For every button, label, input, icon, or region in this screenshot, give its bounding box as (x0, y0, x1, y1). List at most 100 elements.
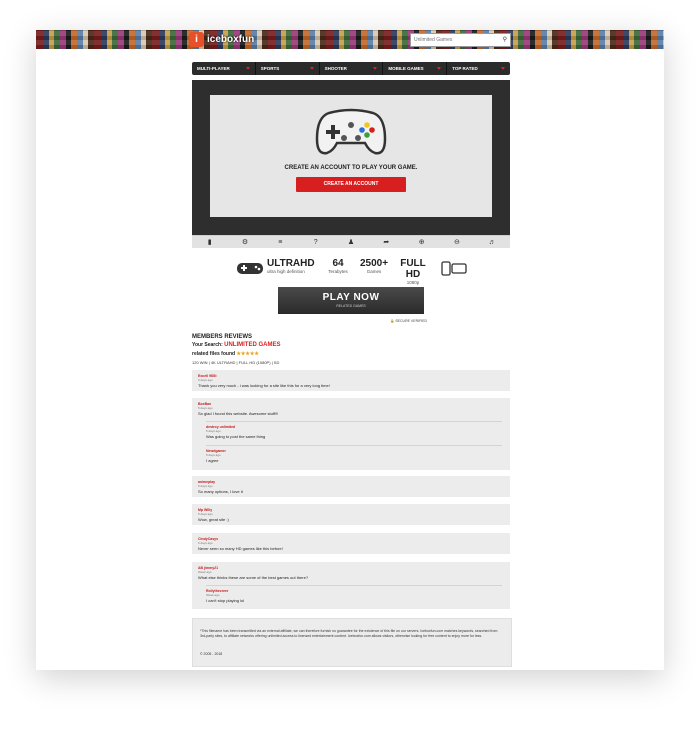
gear-icon[interactable]: ⚙ (227, 236, 262, 248)
comment-date: 5 days ago (198, 484, 213, 488)
gamepad-icon (237, 263, 263, 274)
nav-item-label: MULTI-PLAYER (197, 66, 230, 71)
reviews-search: Your Search: UNLIMITED GAMES (192, 342, 512, 348)
comment-date: 5 days ago (198, 512, 213, 516)
chevron-down-icon (437, 67, 442, 70)
features-bar: ULTRAHD ultra high definition 64 Terabyt… (236, 258, 476, 285)
chevron-down-icon (309, 67, 314, 70)
feature-ultrahd-title: ULTRAHD (267, 258, 315, 269)
logo-icon: i (189, 32, 204, 47)
play-now-button[interactable]: PLAY NOW RELATED GAMES (278, 287, 424, 314)
comment-text: What else thinks these are some of the b… (198, 575, 309, 580)
disclaimer-box: *This filename has been transmitted via … (192, 618, 512, 667)
comment-text: Was going to post the same thing (206, 434, 266, 439)
share-icon[interactable]: ➦ (369, 236, 404, 248)
comment-card: CindyCasys 6 days ago Never seen so many… (192, 533, 510, 554)
comment-date: Week ago (206, 593, 220, 597)
chevron-down-icon (500, 67, 505, 70)
comment-text: I agree (206, 458, 219, 463)
comment-text: So glad I found this website. Awesome st… (198, 411, 279, 416)
comment-card: Mp Willy 5 days ago Wow, great site :) (192, 504, 510, 525)
page: i iceboxfun ⚲ MULTI-PLAYER SPORTS SHOOTE… (36, 30, 664, 670)
play-now-subtitle: RELATED GAMES (336, 304, 366, 308)
comment: BoxBan 5 days ago So glad I found this w… (198, 402, 278, 416)
zoom-out-icon[interactable]: ⊖ (439, 236, 474, 248)
comment: Excell 98St 3 days ago Thank you very mu… (198, 374, 330, 388)
nav-item-sports[interactable]: SPORTS (256, 62, 320, 75)
search-label: Your Search: (192, 342, 223, 348)
feature-terabytes-value: 64 (332, 258, 344, 269)
comment-card: animeplay 5 days ago So many options, I … (192, 476, 510, 497)
feature-ultrahd: ULTRAHD ultra high definition (267, 258, 315, 274)
chevron-down-icon (373, 67, 378, 70)
player-controls: ▮ ⚙ ≡ ? ♟ ➦ ⊕ ⊖ ♬ (192, 235, 510, 248)
comment-date: 5 days ago (206, 429, 221, 433)
logo-text: iceboxfun (207, 34, 255, 45)
comment-date: 5 days ago (206, 453, 221, 457)
disclaimer-text: *This filename has been transmitted via … (200, 629, 498, 638)
search-input[interactable] (411, 35, 497, 45)
zoom-in-icon[interactable]: ⊕ (404, 236, 439, 248)
nav-item-shooter[interactable]: SHOOTER (320, 62, 384, 75)
comment-text: Never seen so many HD games like this be… (198, 546, 283, 551)
comment-date: 5 days ago (198, 406, 213, 410)
feature-fullhd-value: FULL HD (400, 258, 426, 280)
controller-icon (315, 108, 387, 155)
reviews-title: MEMBERS REVIEWS (192, 334, 253, 340)
comment-text: I can't stop playing lol (206, 598, 245, 603)
comment: CindyCasys 6 days ago Never seen so many… (198, 537, 283, 551)
header-banner (36, 30, 664, 49)
main-nav: MULTI-PLAYER SPORTS SHOOTER MOBILE GAMES… (192, 62, 510, 75)
devices-icon (441, 261, 467, 276)
player-screen: CREATE AN ACCOUNT TO PLAY YOUR GAME. CRE… (210, 95, 492, 217)
comment-card: Excell 98St 3 days ago Thank you very mu… (192, 370, 510, 391)
feature-games-value: 2500+ (359, 258, 389, 269)
nav-item-mobile-games[interactable]: MOBILE GAMES (383, 62, 448, 75)
comment-date: 3 days ago (198, 378, 213, 382)
comment-text: Wow, great site :) (198, 517, 229, 522)
feature-terabytes-label: Terabytes (328, 269, 348, 274)
feature-ultrahd-sub: ultra high definition (267, 269, 305, 274)
copyright: © 2005 - 2018 (200, 652, 223, 656)
create-account-button[interactable]: CREATE AN ACCOUNT (296, 177, 406, 192)
comment-text: So many options, I love it (198, 489, 243, 494)
comment-card: BoxBan 5 days ago So glad I found this w… (192, 398, 510, 470)
comment-reply: destroy unlimited 5 days ago Was going t… (206, 421, 502, 439)
feature-terabytes: 64 Terabytes (324, 258, 352, 274)
comment-date: Week ago (198, 570, 212, 574)
comment-card: AB jimmy21 Week ago What else thinks the… (192, 562, 510, 609)
nav-item-top-rated[interactable]: TOP RATED (447, 62, 510, 75)
related-found: related files found ★★★★★ (192, 351, 512, 357)
game-player: CREATE AN ACCOUNT TO PLAY YOUR GAME. CRE… (192, 80, 510, 235)
comment-text: Thank you very much - i was looking for … (198, 383, 330, 388)
comment: Mp Willy 5 days ago Wow, great site :) (198, 508, 229, 522)
nav-item-multiplayer[interactable]: MULTI-PLAYER (192, 62, 256, 75)
gamepad-icon[interactable]: ▮ (192, 236, 227, 248)
help-icon[interactable]: ? (298, 236, 333, 248)
lock-icon: 🔒 (390, 319, 395, 323)
reviews-header: MEMBERS REVIEWS Your Search: UNLIMITED G… (192, 334, 512, 365)
nav-item-label: MOBILE GAMES (388, 66, 424, 71)
play-now-title: PLAY NOW (322, 292, 380, 303)
logo[interactable]: i iceboxfun (189, 31, 254, 48)
format-tags: 120 WIN | 4K ULTRAHD | FULL HD (1080P) |… (192, 360, 280, 365)
comment: AB jimmy21 Week ago What else thinks the… (198, 566, 308, 580)
comment-reply: Rollythecreer Week ago I can't stop play… (206, 585, 502, 603)
search-keyword: UNLIMITED GAMES (224, 342, 281, 348)
search-box[interactable]: ⚲ (410, 33, 511, 47)
comment-reply: Newdgamer 5 days ago I agree (206, 445, 502, 463)
nav-item-label: TOP RATED (452, 66, 478, 71)
search-icon[interactable]: ⚲ (503, 36, 507, 43)
secure-label: SECURE VERIFIED (395, 319, 428, 323)
feature-games-label: Games (366, 269, 382, 274)
users-icon[interactable]: ♟ (333, 236, 368, 248)
nav-item-label: SPORTS (260, 66, 280, 71)
rating-stars: ★★★★★ (236, 351, 259, 357)
secure-verified: 🔒 SECURE VERIFIED (390, 319, 427, 323)
sliders-icon[interactable]: ≡ (263, 236, 298, 248)
create-account-prompt: CREATE AN ACCOUNT TO PLAY YOUR GAME. (284, 165, 418, 171)
feature-games: 2500+ Games (354, 258, 394, 274)
chevron-down-icon (245, 67, 250, 70)
volume-icon[interactable]: ♬ (475, 236, 510, 248)
comment-date: 6 days ago (198, 541, 213, 545)
